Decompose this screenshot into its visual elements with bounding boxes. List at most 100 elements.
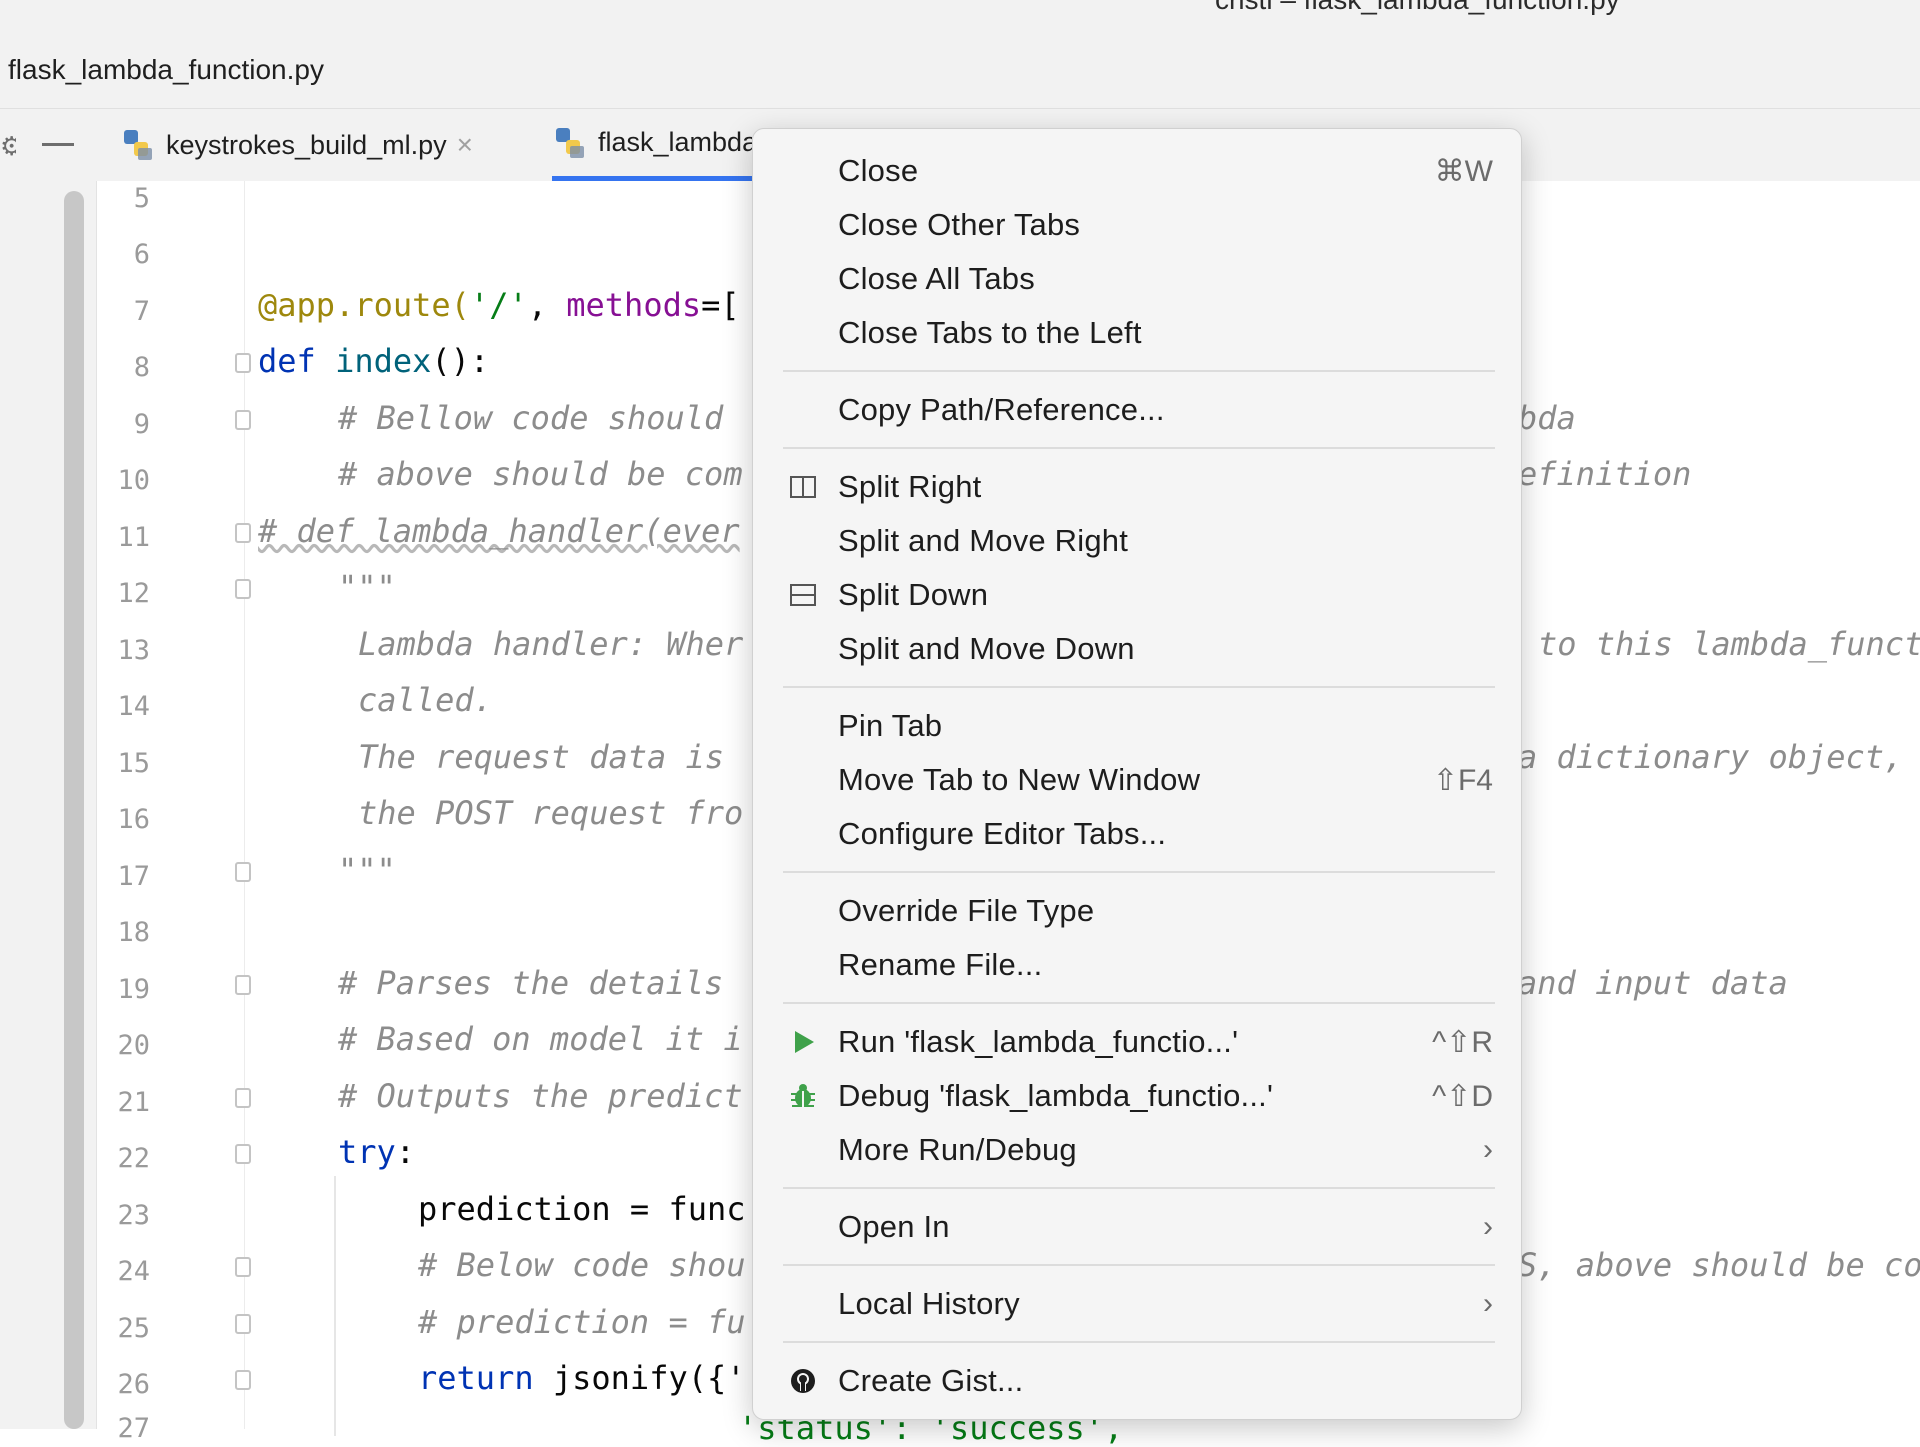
line-number: 6 bbox=[133, 239, 150, 270]
menu-item-label: Split and Move Down bbox=[838, 631, 1135, 666]
line-number: 17 bbox=[117, 861, 150, 892]
menu-item-shortcut: ⌘W bbox=[1434, 154, 1493, 188]
fold-marker[interactable] bbox=[235, 410, 251, 430]
menu-item-debug[interactable]: Debug 'flask_lambda_functio...' ^⇧D bbox=[753, 1069, 1521, 1123]
menu-item-create-gist[interactable]: Create Gist... bbox=[753, 1354, 1521, 1408]
menu-item-configure-editor-tabs[interactable]: Configure Editor Tabs... bbox=[753, 807, 1521, 861]
fold-marker[interactable] bbox=[235, 579, 251, 599]
line-number: 16 bbox=[117, 804, 150, 835]
code-line-10: # above should be com bbox=[338, 455, 743, 493]
fold-marker[interactable] bbox=[235, 523, 251, 543]
menu-separator bbox=[783, 1002, 1495, 1004]
code-line-11: # def lambda_handler(ever bbox=[258, 512, 740, 550]
line-number: 15 bbox=[117, 748, 150, 779]
line-number: 18 bbox=[117, 917, 150, 948]
menu-item-shortcut: ⇧F4 bbox=[1432, 763, 1493, 797]
separator-token: , bbox=[527, 286, 567, 324]
scrollbar-thumb[interactable] bbox=[64, 191, 84, 1429]
menu-item-close[interactable]: Close ⌘W bbox=[753, 144, 1521, 198]
menu-item-label: Close Tabs to the Left bbox=[838, 315, 1142, 350]
menu-item-run[interactable]: Run 'flask_lambda_functio...' ^⇧R bbox=[753, 1015, 1521, 1069]
menu-item-split-right[interactable]: Split Right bbox=[753, 460, 1521, 514]
function-name-token: index bbox=[335, 342, 432, 380]
menu-item-close-tabs-left[interactable]: Close Tabs to the Left bbox=[753, 306, 1521, 360]
menu-item-close-all-tabs[interactable]: Close All Tabs bbox=[753, 252, 1521, 306]
menu-item-rename-file[interactable]: Rename File... bbox=[753, 938, 1521, 992]
tab-options-icon[interactable]: ⚙ bbox=[0, 131, 16, 162]
tab-flask-lambda-function[interactable]: flask_lambda_function.py bbox=[552, 109, 752, 181]
fold-marker[interactable] bbox=[235, 862, 251, 882]
line-number: 8 bbox=[133, 352, 150, 383]
menu-separator bbox=[783, 1187, 1495, 1189]
fold-marker[interactable] bbox=[235, 1257, 251, 1277]
menu-separator bbox=[783, 686, 1495, 688]
tab-keystrokes-build-ml[interactable]: keystrokes_build_ml.py × bbox=[120, 109, 520, 181]
menu-item-label: Pin Tab bbox=[838, 708, 943, 743]
code-token: jsonify({' bbox=[552, 1359, 746, 1397]
line-number: 23 bbox=[117, 1200, 150, 1231]
fold-marker[interactable] bbox=[235, 1144, 251, 1164]
menu-item-label: Override File Type bbox=[838, 893, 1095, 928]
menu-item-label: Configure Editor Tabs... bbox=[838, 816, 1167, 851]
menu-separator bbox=[783, 1341, 1495, 1343]
code-line-9: # Bellow code should bbox=[338, 399, 743, 437]
keyword-token: try bbox=[338, 1133, 396, 1171]
line-number: 22 bbox=[117, 1143, 150, 1174]
code-line-7: @app.route('/', methods=[ bbox=[258, 286, 740, 324]
code-line-17: """ bbox=[338, 851, 396, 889]
code-line-22: try: bbox=[338, 1133, 415, 1171]
line-number: 5 bbox=[133, 183, 150, 214]
code-line-19-tail: and input data bbox=[1518, 964, 1788, 1002]
fold-marker[interactable] bbox=[235, 975, 251, 995]
menu-item-move-tab-new-window[interactable]: Move Tab to New Window ⇧F4 bbox=[753, 753, 1521, 807]
menu-item-local-history[interactable]: Local History › bbox=[753, 1277, 1521, 1331]
menu-item-open-in[interactable]: Open In › bbox=[753, 1200, 1521, 1254]
code-line-10-tail: efinition bbox=[1518, 455, 1692, 493]
code-line-9-tail: bda bbox=[1518, 399, 1576, 437]
split-right-icon bbox=[790, 476, 816, 498]
menu-item-split-move-down[interactable]: Split and Move Down bbox=[753, 622, 1521, 676]
fold-marker[interactable] bbox=[235, 353, 251, 373]
fold-marker[interactable] bbox=[235, 1370, 251, 1390]
line-number: 21 bbox=[117, 1087, 150, 1118]
menu-item-copy-path[interactable]: Copy Path/Reference... bbox=[753, 383, 1521, 437]
menu-item-label: Run 'flask_lambda_functio...' bbox=[838, 1024, 1239, 1059]
menu-item-override-file-type[interactable]: Override File Type bbox=[753, 884, 1521, 938]
line-number: 25 bbox=[117, 1313, 150, 1344]
code-line-25: # prediction = fu bbox=[418, 1303, 746, 1341]
code-line-20: # Based on model it i bbox=[338, 1020, 743, 1058]
code-line-13-tail: to this lambda_funct bbox=[1538, 625, 1920, 663]
code-line-8: def index(): bbox=[258, 342, 489, 380]
string-token: '/' bbox=[469, 286, 528, 324]
menu-item-label: Local History bbox=[838, 1286, 1020, 1321]
fold-marker[interactable] bbox=[235, 1088, 251, 1108]
chevron-right-icon: › bbox=[1483, 1287, 1493, 1320]
window-title: cristi – flask_lambda_function.py bbox=[1215, 0, 1620, 16]
code-line-24: # Below code shou bbox=[418, 1246, 746, 1284]
menu-item-label: More Run/Debug bbox=[838, 1132, 1077, 1167]
tab-label: keystrokes_build_ml.py bbox=[166, 129, 447, 160]
menu-item-label: Close bbox=[838, 153, 919, 188]
python-file-icon bbox=[556, 127, 584, 158]
code-line-21: # Outputs the predict bbox=[338, 1077, 743, 1115]
menu-item-split-move-right[interactable]: Split and Move Right bbox=[753, 514, 1521, 568]
menu-item-split-down[interactable]: Split Down bbox=[753, 568, 1521, 622]
line-number: 14 bbox=[117, 691, 150, 722]
fold-marker[interactable] bbox=[235, 1314, 251, 1334]
menu-item-label: Split Right bbox=[838, 469, 982, 504]
menu-item-pin-tab[interactable]: Pin Tab bbox=[753, 699, 1521, 753]
menu-item-close-other-tabs[interactable]: Close Other Tabs bbox=[753, 198, 1521, 252]
debug-icon bbox=[791, 1084, 815, 1107]
menu-item-more-run-debug[interactable]: More Run/Debug › bbox=[753, 1123, 1521, 1177]
minimize-icon[interactable] bbox=[42, 143, 74, 146]
menu-separator bbox=[783, 370, 1495, 372]
menu-separator bbox=[783, 447, 1495, 449]
menu-item-label: Rename File... bbox=[838, 947, 1043, 982]
navigation-bar-file[interactable]: flask_lambda_function.py bbox=[8, 54, 324, 86]
menu-item-label: Debug 'flask_lambda_functio...' bbox=[838, 1078, 1274, 1113]
line-number: 11 bbox=[117, 522, 150, 553]
line-number: 13 bbox=[117, 635, 150, 666]
menu-item-label: Open In bbox=[838, 1209, 950, 1244]
line-number: 10 bbox=[117, 465, 150, 496]
close-tab-icon[interactable]: × bbox=[457, 129, 473, 161]
